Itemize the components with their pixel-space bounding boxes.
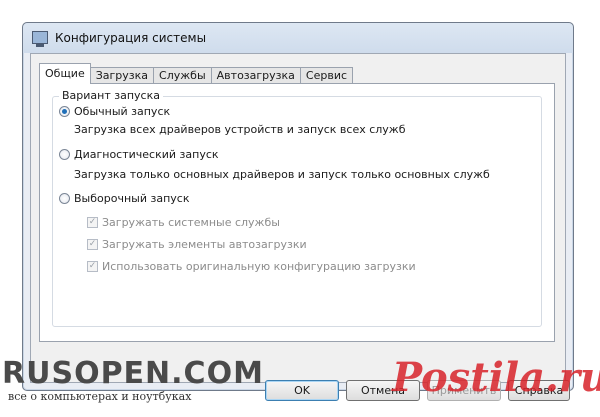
title-bar[interactable]: Конфигурация системы	[23, 23, 573, 53]
normal-startup-description: Загрузка всех драйверов устройств и запу…	[74, 123, 406, 136]
tab-tools[interactable]: Сервис	[299, 67, 354, 84]
ok-button[interactable]: OK	[265, 380, 339, 401]
rusopen-watermark: RUSOPEN.COM все о компьютерах и ноутбука…	[2, 356, 264, 404]
postila-watermark: Postila.ru	[392, 354, 600, 401]
diagnostic-startup-option[interactable]: Диагностический запуск	[59, 148, 219, 161]
diagnostic-startup-radio[interactable]	[59, 149, 70, 160]
window-title: Конфигурация системы	[55, 31, 207, 45]
tab-general[interactable]: Общие	[39, 63, 91, 84]
diagnostic-startup-label: Диагностический запуск	[74, 148, 219, 161]
system-configuration-window: Конфигурация системы Общие Загрузка Служ…	[22, 22, 574, 401]
general-tab-panel: Вариант запуска Обычный запуск Загрузка …	[39, 83, 555, 342]
tab-services[interactable]: Службы	[153, 67, 212, 84]
tab-strip: Общие Загрузка Службы Автозагрузка Серви…	[39, 63, 354, 84]
diagnostic-startup-description: Загрузка только основных драйверов и зап…	[74, 168, 490, 181]
startup-selection-group: Вариант запуска Обычный запуск Загрузка …	[52, 89, 542, 327]
selective-startup-radio[interactable]	[59, 193, 70, 204]
selective-startup-option[interactable]: Выборочный запуск	[59, 192, 189, 205]
normal-startup-option[interactable]: Обычный запуск	[59, 105, 170, 118]
tab-startup[interactable]: Автозагрузка	[210, 67, 301, 84]
group-label: Вариант запуска	[59, 89, 163, 102]
load-startup-items-option[interactable]: ✓ Загружать элементы автозагрузки	[87, 238, 307, 251]
normal-startup-label: Обычный запуск	[74, 105, 171, 118]
original-boot-config-label: Использовать оригинальную конфигурацию з…	[102, 260, 416, 273]
computer-icon	[32, 31, 48, 47]
original-boot-config-option[interactable]: ✓ Использовать оригинальную конфигурацию…	[87, 260, 416, 273]
load-startup-items-checkbox[interactable]: ✓	[87, 239, 98, 250]
load-system-services-option[interactable]: ✓ Загружать системные службы	[87, 216, 280, 229]
normal-startup-radio[interactable]	[59, 106, 70, 117]
selective-startup-label: Выборочный запуск	[74, 192, 190, 205]
window-content: Общие Загрузка Службы Автозагрузка Серви…	[30, 53, 570, 401]
original-boot-config-checkbox[interactable]: ✓	[87, 261, 98, 272]
rusopen-logo-text: RUSOPEN.COM	[2, 356, 264, 391]
load-system-services-label: Загружать системные службы	[102, 216, 280, 229]
tab-boot[interactable]: Загрузка	[89, 67, 155, 84]
rusopen-tagline: все о компьютерах и ноутбуках	[8, 390, 192, 403]
load-system-services-checkbox[interactable]: ✓	[87, 217, 98, 228]
load-startup-items-label: Загружать элементы автозагрузки	[102, 238, 307, 251]
